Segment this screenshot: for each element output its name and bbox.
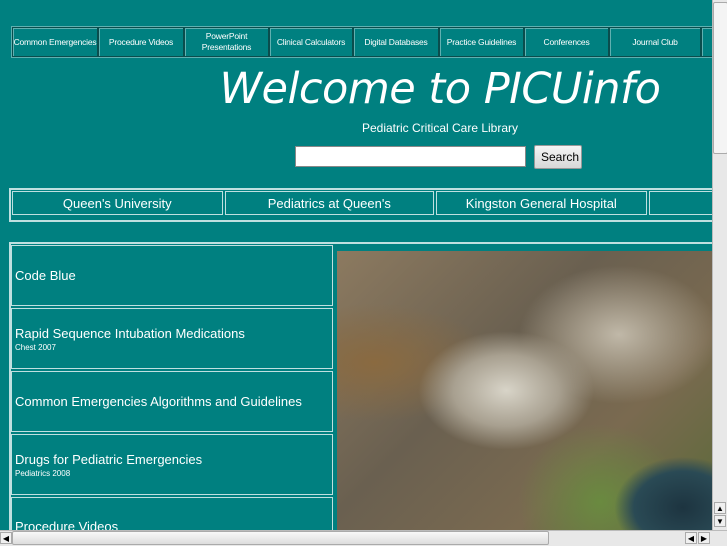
campus-aerial-photo [337, 251, 713, 530]
list-item[interactable]: Rapid Sequence Intubation Medications Che… [11, 308, 333, 369]
list-item[interactable]: Code Blue [11, 245, 333, 306]
item-label[interactable]: Common Emergencies Algorithms and Guidel… [15, 394, 332, 409]
nav-digital-databases[interactable]: Digital Databases [353, 27, 439, 57]
item-source: Pediatrics 2008 [15, 468, 71, 478]
page-title: Welcome to PICUinfo [219, 64, 661, 114]
nav-powerpoint-presentations[interactable]: PowerPoint Presentations [184, 27, 269, 57]
list-item[interactable]: Drugs for Pediatric Emergencies Pediatric… [11, 434, 333, 495]
nav-conferences[interactable]: Conferences [524, 27, 609, 57]
link-queens-university[interactable]: Queen's University [12, 191, 223, 215]
resource-list: Code Blue Rapid Sequence Intubation Medi… [11, 245, 333, 536]
vertical-scroll-thumb[interactable] [713, 2, 727, 154]
item-label[interactable]: Rapid Sequence Intubation Medications [15, 326, 332, 341]
scroll-down-icon[interactable]: ▼ [714, 515, 726, 527]
item-label[interactable]: Drugs for Pediatric Emergencies [15, 452, 332, 467]
scroll-right-icon[interactable]: ▶ [698, 532, 710, 544]
link-pediatrics-at-queens[interactable]: Pediatrics at Queen's [224, 191, 435, 215]
scroll-left-icon[interactable]: ◀ [0, 532, 12, 544]
item-label[interactable]: Code Blue [15, 268, 332, 283]
horizontal-scroll-thumb[interactable] [12, 531, 549, 545]
search-input[interactable] [295, 146, 526, 167]
link-kingston-general-hospital[interactable]: Kingston General Hospital [436, 191, 647, 215]
scroll-left-icon-2[interactable]: ◀ [685, 532, 697, 544]
nav-journal-club[interactable]: Journal Club [609, 27, 701, 57]
top-nav: Common Emergencies Procedure Videos Powe… [11, 26, 727, 58]
list-item[interactable]: Common Emergencies Algorithms and Guidel… [11, 371, 333, 432]
nav-clinical-calculators[interactable]: Clinical Calculators [269, 27, 353, 57]
nav-procedure-videos[interactable]: Procedure Videos [98, 27, 184, 57]
item-source: Chest 2007 [15, 342, 56, 352]
links-nav: Queen's University Pediatrics at Queen's… [9, 188, 727, 222]
scroll-up-icon[interactable]: ▲ [714, 502, 726, 514]
nav-common-emergencies[interactable]: Common Emergencies [12, 27, 98, 57]
page-subtitle: Pediatric Critical Care Library [361, 121, 519, 135]
search-button[interactable]: Search [534, 145, 582, 169]
nav-practice-guidelines[interactable]: Practice Guidelines [439, 27, 524, 57]
